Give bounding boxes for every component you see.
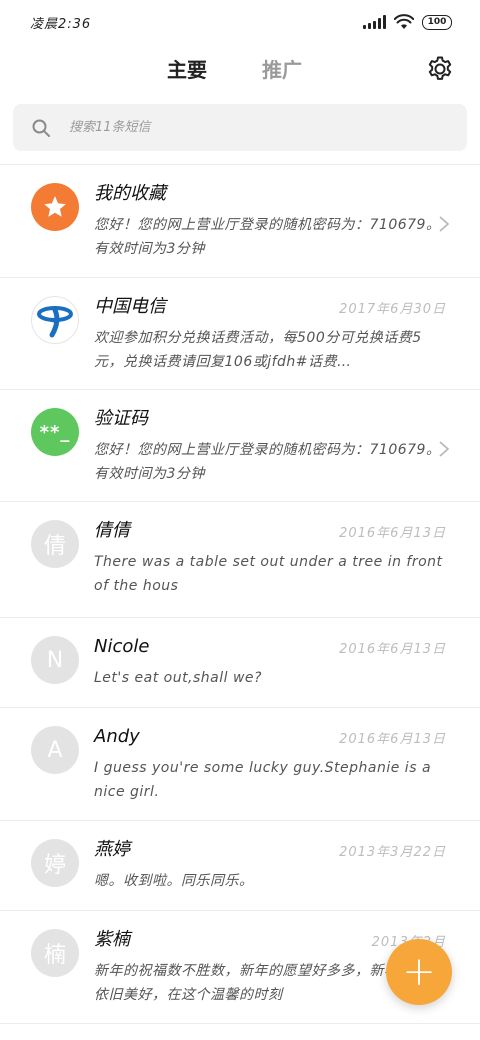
plus-icon: + xyxy=(402,949,436,995)
conversation-name: 我的收藏 xyxy=(94,183,166,204)
conversation-item[interactable]: N Nicole Let's eat out,shall we? 2016年6月… xyxy=(0,618,480,708)
conversation-item[interactable]: **_ 验证码 您好！您的网上营业厅登录的随机密码为：710679。有效时间为3… xyxy=(0,390,480,502)
conversation-item[interactable]: 我的收藏 您好！您的网上营业厅登录的随机密码为：710679。有效时间为3分钟 xyxy=(0,165,480,278)
chevron-right-icon xyxy=(439,216,450,232)
search-bar[interactable] xyxy=(13,104,467,151)
header: 主要 推广 xyxy=(0,44,480,96)
conversation-preview: 欢迎参加积分兑换话费活动，每500分可兑换话费5元，兑换话费请回复106或jfd… xyxy=(94,330,422,370)
settings-gear-icon[interactable] xyxy=(426,55,454,83)
tab-primary[interactable]: 主要 xyxy=(167,54,207,83)
new-message-button[interactable]: + xyxy=(386,939,452,1005)
conversation-date: 2013年3月22日 xyxy=(339,845,446,860)
conversation-item[interactable]: 中国电信 欢迎参加积分兑换话费活动，每500分可兑换话费5元，兑换话费请回复10… xyxy=(0,278,480,390)
search-icon xyxy=(32,119,50,137)
conversation-item[interactable]: A Andy I guess you're some lucky guy.Ste… xyxy=(0,708,480,821)
conversation-date: 2017年6月30日 xyxy=(339,302,446,317)
status-icons: 100 xyxy=(363,14,452,30)
signal-icon xyxy=(363,15,386,29)
conversation-date: 2016年6月13日 xyxy=(339,732,446,747)
conversation-preview: 嗯。收到啦。同乐同乐。 xyxy=(94,873,254,889)
conversation-date: 2016年6月13日 xyxy=(339,642,446,657)
conversation-preview: 您好！您的网上营业厅登录的随机密码为：710679。有效时间为3分钟 xyxy=(94,217,441,257)
search-input[interactable] xyxy=(69,120,429,135)
wifi-icon xyxy=(394,14,414,29)
chevron-right-icon xyxy=(439,441,450,457)
conversation-date: 2016年6月13日 xyxy=(339,526,446,541)
conversation-preview: I guess you're some lucky guy.Stephanie … xyxy=(94,760,432,800)
status-bar: 凌晨2:36 100 xyxy=(0,0,480,44)
status-time: 凌晨2:36 xyxy=(30,16,92,32)
conversation-item[interactable]: 婷 燕婷 嗯。收到啦。同乐同乐。 2013年3月22日 xyxy=(0,821,480,911)
battery-icon: 100 xyxy=(422,14,452,30)
conversation-preview: There was a table set out under a tree i… xyxy=(94,554,443,594)
conversation-name: 验证码 xyxy=(94,408,148,429)
conversation-list: 我的收藏 您好！您的网上营业厅登录的随机密码为：710679。有效时间为3分钟 … xyxy=(0,165,480,1024)
conversation-preview: 您好！您的网上营业厅登录的随机密码为：710679。有效时间为3分钟 xyxy=(94,442,441,482)
conversation-preview: Let's eat out,shall we? xyxy=(94,670,262,686)
tab-promo[interactable]: 推广 xyxy=(262,54,302,83)
messages-screen: 凌晨2:36 100 主要 推广 搜索11条短信 我的收藏 您好！您的网上营业厅… xyxy=(0,0,480,1040)
conversation-item[interactable]: 倩 倩倩 There was a table set out under a t… xyxy=(0,502,480,618)
